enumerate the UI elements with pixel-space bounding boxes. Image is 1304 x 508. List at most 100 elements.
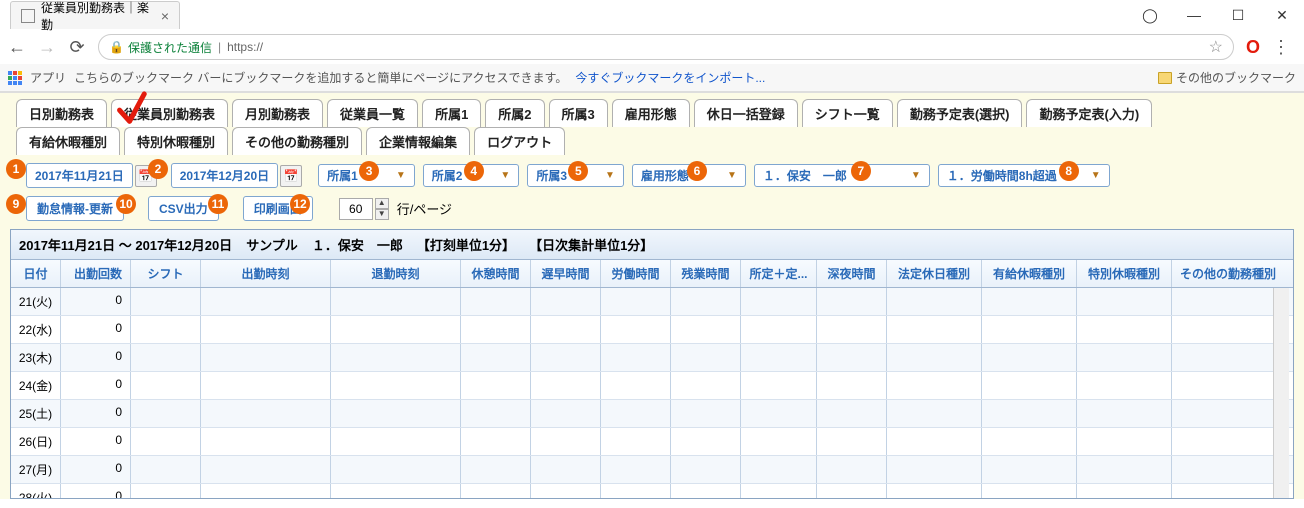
app-tab[interactable]: その他の勤務種別	[232, 127, 362, 155]
reload-button[interactable]: ⟳	[68, 38, 86, 56]
table-row[interactable]: 26(日)0	[11, 428, 1293, 456]
cell	[982, 400, 1077, 427]
cell	[531, 316, 601, 343]
cell	[1077, 344, 1172, 371]
apps-icon[interactable]	[8, 71, 22, 85]
account-icon[interactable]: ◯	[1128, 0, 1172, 30]
app-tab[interactable]: 有給休暇種別	[16, 127, 120, 155]
scrollbar[interactable]	[1273, 288, 1289, 498]
app-tab[interactable]: 勤務予定表(選択)	[897, 99, 1023, 127]
update-button[interactable]: 勤怠情報-更新	[26, 196, 124, 221]
forward-button[interactable]: →	[38, 38, 56, 56]
cell	[741, 428, 817, 455]
cell	[887, 372, 982, 399]
cell	[671, 316, 741, 343]
app-tab[interactable]: ログアウト	[474, 127, 565, 155]
cell	[1077, 428, 1172, 455]
extension-icons: O ⋮	[1246, 37, 1296, 58]
cell	[601, 316, 671, 343]
cell	[982, 372, 1077, 399]
browser-tab[interactable]: 従業員別勤務表｜楽勤 ×	[10, 1, 180, 29]
column-header[interactable]: 有給休暇種別	[982, 260, 1077, 287]
column-header[interactable]: 退勤時刻	[331, 260, 461, 287]
chevron-down-icon: ▼	[723, 170, 741, 181]
column-header[interactable]: 日付	[11, 260, 61, 287]
app-tab[interactable]: 従業員一覧	[327, 99, 418, 127]
cell: 0	[61, 456, 131, 483]
calendar-to-icon[interactable]: 📅	[280, 165, 302, 187]
menu-icon[interactable]: ⋮	[1272, 37, 1290, 58]
bookmark-star-icon[interactable]: ☆	[1209, 37, 1223, 57]
employment-type-select[interactable]: 雇用形態 6 ▼	[632, 164, 746, 187]
affiliation2-select[interactable]: 所属2 4 ▼	[423, 164, 520, 187]
minimize-button[interactable]: —	[1172, 0, 1216, 30]
table-row[interactable]: 27(月)0	[11, 456, 1293, 484]
column-header[interactable]: 深夜時間	[817, 260, 887, 287]
app-tab[interactable]: 月別勤務表	[232, 99, 323, 127]
rows-input[interactable]	[339, 198, 373, 220]
cell	[131, 456, 201, 483]
table-row[interactable]: 22(水)0	[11, 316, 1293, 344]
app-tab[interactable]: 企業情報編集	[366, 127, 470, 155]
column-header[interactable]: シフト	[131, 260, 201, 287]
app-tab[interactable]: 日別勤務表	[16, 99, 107, 127]
cell: 23(木)	[11, 344, 61, 371]
column-header[interactable]: その他の勤務種別	[1172, 260, 1284, 287]
column-header[interactable]: 出勤回数	[61, 260, 131, 287]
folder-icon	[1158, 72, 1172, 84]
import-bookmarks-link[interactable]: 今すぐブックマークをインポート...	[575, 69, 765, 86]
table-row[interactable]: 21(火)0	[11, 288, 1293, 316]
cell	[887, 428, 982, 455]
cell: 0	[61, 428, 131, 455]
app-tab[interactable]: 休日一括登録	[694, 99, 798, 127]
app-tab[interactable]: 所属1	[422, 99, 481, 127]
work-rule-select[interactable]: １．労働時間8h超過 8 ▼	[938, 164, 1110, 187]
column-header[interactable]: 残業時間	[671, 260, 741, 287]
tab-close-icon[interactable]: ×	[161, 8, 169, 24]
cell	[601, 484, 671, 498]
badge-2: 2	[148, 159, 168, 179]
cell	[1077, 316, 1172, 343]
app-tab[interactable]: 所属3	[549, 99, 608, 127]
column-header[interactable]: 特別休暇種別	[1077, 260, 1172, 287]
affiliation3-select[interactable]: 所属3 5 ▼	[527, 164, 624, 187]
app-content: 日別勤務表従業員別勤務表月別勤務表従業員一覧所属1所属2所属3雇用形態休日一括登…	[0, 93, 1304, 499]
apps-label[interactable]: アプリ	[30, 69, 66, 86]
app-tab[interactable]: 勤務予定表(入力)	[1026, 99, 1152, 127]
rows-up-button[interactable]: ▲	[375, 198, 389, 209]
employee-select[interactable]: １．保安 一郎 7 ▼	[754, 164, 930, 187]
cell	[1172, 400, 1284, 427]
table-row[interactable]: 24(金)0	[11, 372, 1293, 400]
cell	[331, 456, 461, 483]
column-header[interactable]: 法定休日種別	[887, 260, 982, 287]
cell	[201, 484, 331, 498]
rows-down-button[interactable]: ▼	[375, 209, 389, 220]
app-tab[interactable]: シフト一覧	[802, 99, 893, 127]
cell	[982, 288, 1077, 315]
cell	[817, 344, 887, 371]
column-header[interactable]: 所定＋定...	[741, 260, 817, 287]
table-row[interactable]: 23(木)0	[11, 344, 1293, 372]
column-header[interactable]: 労働時間	[601, 260, 671, 287]
cell	[531, 288, 601, 315]
maximize-button[interactable]: ☐	[1216, 0, 1260, 30]
date-to[interactable]: 2017年12月20日	[171, 163, 278, 188]
table-row[interactable]: 28(火)0	[11, 484, 1293, 498]
app-tab[interactable]: 雇用形態	[612, 99, 690, 127]
app-tab[interactable]: 所属2	[485, 99, 544, 127]
column-header[interactable]: 出勤時刻	[201, 260, 331, 287]
rows-per-page-spinner[interactable]: ▲ ▼	[339, 198, 389, 220]
column-header[interactable]: 休憩時間	[461, 260, 531, 287]
date-from[interactable]: 2017年11月21日	[26, 163, 133, 188]
table-row[interactable]: 25(土)0	[11, 400, 1293, 428]
close-button[interactable]: ✕	[1260, 0, 1304, 30]
affiliation1-select[interactable]: 所属1 3 ▼	[318, 164, 415, 187]
cell	[982, 456, 1077, 483]
cell	[1172, 456, 1284, 483]
other-bookmarks[interactable]: その他のブックマーク	[1158, 69, 1296, 86]
back-button[interactable]: ←	[8, 38, 26, 56]
address-bar[interactable]: 🔒 保護された通信 | https:// ☆	[98, 34, 1234, 60]
cell	[601, 400, 671, 427]
opera-icon[interactable]: O	[1246, 37, 1260, 58]
column-header[interactable]: 遅早時間	[531, 260, 601, 287]
